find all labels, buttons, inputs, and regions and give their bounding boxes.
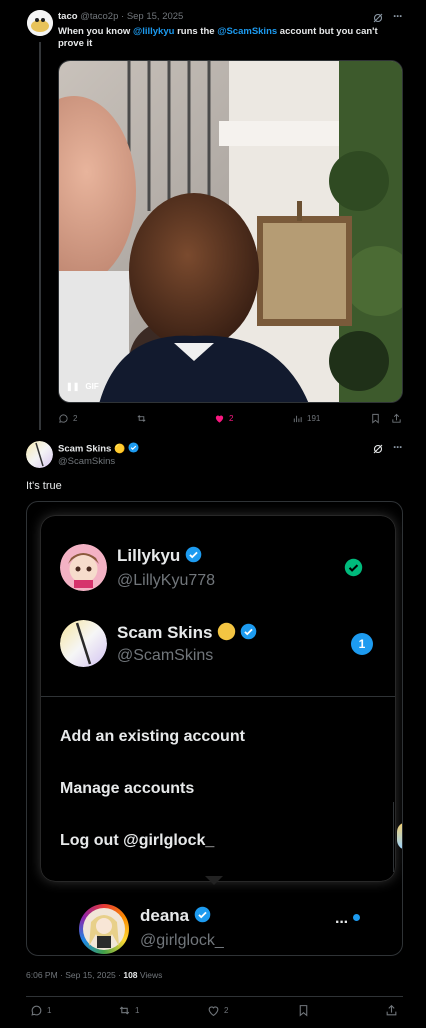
share-icon <box>386 1004 397 1016</box>
notification-dot <box>353 914 360 921</box>
like-button[interactable]: 2 <box>207 1004 228 1017</box>
account-switcher-popup: Lillykyu @LillyKyu778 Scam Skins @ScamSk… <box>41 516 395 881</box>
account-row-lillykyu[interactable]: Lillykyu <box>117 546 202 568</box>
tweet-date[interactable]: Sep 15, 2025 <box>127 11 184 22</box>
more-options-icon[interactable]: ··· <box>393 440 403 454</box>
verified-badge-icon <box>240 623 257 645</box>
scamskins-avatar-large <box>60 620 107 667</box>
more-options-icon[interactable]: ··· <box>393 9 403 23</box>
account-menu-more-icon[interactable]: ··· <box>335 914 349 932</box>
views-button[interactable]: 191 <box>292 413 320 424</box>
mention-lillykyu[interactable]: @lillykyu <box>133 26 174 37</box>
verified-badge-icon <box>128 442 139 456</box>
verified-badge-icon <box>185 546 202 568</box>
scrollbar-divider <box>393 802 394 872</box>
views-label: Views <box>137 970 163 980</box>
current-account-handle: @girlglock_ <box>140 932 224 949</box>
bookmark-icon <box>299 1005 308 1017</box>
views-icon <box>293 415 302 423</box>
taco-avatar[interactable] <box>27 10 53 36</box>
lillykyu-avatar <box>60 544 107 591</box>
scamskins-avatar[interactable] <box>26 441 53 468</box>
main-tweet-text: It's true <box>26 480 62 492</box>
gif-label: GIF <box>85 382 99 391</box>
grok-icon[interactable] <box>372 442 384 460</box>
deana-avatar <box>79 904 129 954</box>
reply-tweet-header: taco @taco2p · Sep 15, 2025 <box>58 11 183 22</box>
share-icon <box>392 413 401 423</box>
heart-filled-icon <box>215 415 224 423</box>
views-count: 108 <box>123 970 138 980</box>
pause-icon[interactable]: ❚❚ <box>66 382 79 391</box>
tweet-timestamp[interactable]: 6:06 PM · Sep 15, 2025 · <box>26 970 123 980</box>
author-handle[interactable]: @ScamSkins <box>58 456 115 467</box>
main-tweet-author: Scam Skins 🟡 <box>58 442 139 456</box>
separator: · <box>121 11 125 22</box>
account-handle: @LillyKyu778 <box>117 572 216 589</box>
share-button[interactable] <box>391 413 402 424</box>
notification-count-badge: 1 <box>351 633 373 655</box>
attached-screenshot[interactable]: Lillykyu @LillyKyu778 Scam Skins @ScamSk… <box>26 501 403 956</box>
bookmark-button[interactable] <box>370 413 381 424</box>
heart-icon <box>208 1006 219 1017</box>
account-name: Lillykyu <box>117 546 181 566</box>
repost-icon <box>119 1006 130 1015</box>
menu-divider <box>41 696 395 697</box>
repost-icon <box>137 415 146 422</box>
author-name[interactable]: taco <box>58 11 78 22</box>
bookmark-icon <box>372 413 379 424</box>
bookmark-button[interactable] <box>297 1004 310 1017</box>
repost-button[interactable] <box>136 413 151 424</box>
add-existing-account-item[interactable]: Add an existing account <box>60 728 245 746</box>
reply-icon <box>59 414 68 423</box>
author-emoji: 🟡 <box>113 443 126 454</box>
reply-tweet-text: When you know @lillykyu runs the @ScamSk… <box>58 26 378 49</box>
mention-scamskins[interactable]: @ScamSkins <box>217 26 277 37</box>
current-account-name: deana <box>140 906 190 926</box>
reply-icon <box>31 1005 42 1016</box>
account-handle: @ScamSkins <box>117 647 214 664</box>
current-account-row[interactable]: deana <box>140 906 211 928</box>
gif-media[interactable] <box>58 60 403 403</box>
author-name[interactable]: Scam Skins <box>58 444 111 455</box>
account-row-scamskins[interactable]: Scam Skins <box>117 622 257 646</box>
verified-badge-icon <box>194 906 211 928</box>
manage-accounts-item[interactable]: Manage accounts <box>60 780 194 798</box>
author-handle[interactable]: @taco2p <box>80 11 118 22</box>
check-circle-icon <box>344 558 363 582</box>
log-out-item[interactable]: Log out @girlglock_ <box>60 832 214 850</box>
repost-button[interactable]: 1 <box>118 1004 139 1017</box>
thread-connector-line <box>39 42 41 430</box>
share-button[interactable] <box>385 1004 398 1017</box>
reply-button[interactable]: 1 <box>30 1004 51 1017</box>
like-button[interactable]: 2 <box>214 413 233 424</box>
yellow-circle-icon <box>217 622 236 646</box>
popup-pointer <box>205 876 223 885</box>
account-name: Scam Skins <box>117 623 213 643</box>
tweet-timestamp-line: 6:06 PM · Sep 15, 2025 · 108 Views <box>26 970 162 980</box>
reply-button[interactable]: 2 <box>58 413 77 424</box>
partial-avatar-edge <box>397 822 402 850</box>
gif-badge[interactable]: ❚❚ GIF <box>66 382 99 391</box>
